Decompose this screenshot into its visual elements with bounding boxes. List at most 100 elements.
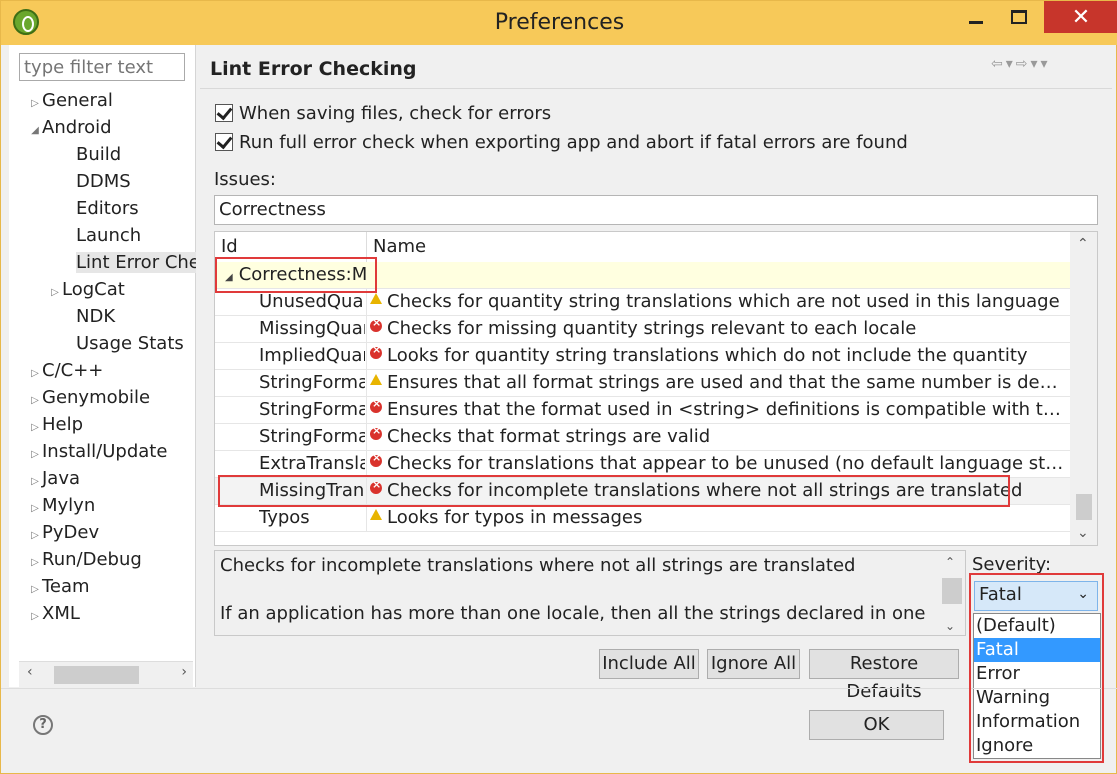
tree-item[interactable]: ▷ PyDev: [9, 519, 196, 546]
tree-item-label: C/C++: [42, 360, 104, 381]
issue-id: MissingQuantity: [259, 318, 365, 339]
table-row[interactable]: Typos Looks for typos in messages: [215, 505, 1070, 532]
issues-filter-input[interactable]: Correctness: [214, 195, 1098, 225]
expand-arrow-icon[interactable]: ▷: [28, 576, 42, 600]
tree-item[interactable]: ▷ Run/Debug: [9, 546, 196, 573]
tree-item-label: Team: [42, 576, 90, 597]
help-icon[interactable]: ?: [33, 715, 53, 735]
issue-description: Checks for incomplete translations where…: [214, 550, 966, 636]
scroll-down-icon[interactable]: ⌄: [945, 619, 955, 633]
tree-item-label: PyDev: [42, 522, 100, 543]
tree-item[interactable]: ▷ Java: [9, 465, 196, 492]
scroll-thumb[interactable]: [942, 578, 962, 604]
tree-item[interactable]: Usage Stats: [9, 330, 196, 357]
column-divider: [366, 343, 367, 370]
tree-item[interactable]: Lint Error Checking: [9, 249, 196, 276]
tree-item[interactable]: ▷ XML: [9, 600, 196, 627]
expand-arrow-icon[interactable]: ▷: [28, 387, 42, 411]
check-on-export-checkbox[interactable]: Run full error check when exporting app …: [215, 130, 908, 154]
description-scrollbar[interactable]: ⌃ ⌄: [939, 551, 965, 635]
expand-arrow-icon[interactable]: ▷: [28, 549, 42, 573]
expand-arrow-icon[interactable]: ▷: [28, 603, 42, 627]
check-on-save-checkbox[interactable]: When saving files, check for errors: [215, 101, 551, 125]
tree-item[interactable]: Launch: [9, 222, 196, 249]
scroll-down-icon[interactable]: ⌄: [1077, 525, 1089, 541]
scroll-thumb[interactable]: [1076, 494, 1092, 520]
tree-item-label: Android: [42, 117, 112, 138]
tree-item[interactable]: Build: [9, 141, 196, 168]
tree-item[interactable]: ▷ Install/Update: [9, 438, 196, 465]
expand-arrow-icon[interactable]: ▷: [28, 468, 42, 492]
table-row[interactable]: MissingQuantity Checks for missing quanti…: [215, 316, 1070, 343]
tree-item[interactable]: Editors: [9, 195, 196, 222]
tree-item[interactable]: DDMS: [9, 168, 196, 195]
window-title: Preferences: [494, 10, 625, 35]
table-row[interactable]: StringFormatMatches Ensures that the form…: [215, 397, 1070, 424]
table-row[interactable]: StringFormatInvalid Checks that format st…: [215, 424, 1070, 451]
minimize-button[interactable]: [956, 1, 996, 33]
maximize-button[interactable]: [999, 1, 1039, 33]
expand-arrow-icon[interactable]: ▷: [28, 495, 42, 519]
column-divider: [366, 397, 367, 424]
preference-tree-panel: ▷General◢AndroidBuildDDMSEditorsLaunchLi…: [9, 45, 196, 687]
close-button[interactable]: ✕: [1044, 1, 1117, 33]
column-divider: [366, 424, 367, 451]
tree-item-label: Genymobile: [42, 387, 151, 408]
filter-input[interactable]: [19, 53, 185, 81]
expand-arrow-icon[interactable]: ▷: [28, 441, 42, 465]
table-row[interactable]: ImpliedQuantity Looks for quantity string…: [215, 343, 1070, 370]
checkmark-icon[interactable]: [215, 133, 233, 151]
column-header-id[interactable]: Id: [221, 236, 238, 257]
expand-arrow-icon[interactable]: ▷: [28, 522, 42, 546]
vertical-scrollbar[interactable]: ⌃ ⌄: [1070, 232, 1097, 545]
ok-button[interactable]: OK: [809, 710, 944, 740]
expand-arrow-icon[interactable]: ▷: [28, 414, 42, 438]
issue-id: StringFormatInvalid: [259, 426, 365, 447]
scroll-up-icon[interactable]: ⌃: [945, 555, 955, 569]
column-divider: [366, 505, 367, 532]
tree-item[interactable]: ▷ Help: [9, 411, 196, 438]
tree-item[interactable]: NDK: [9, 303, 196, 330]
severity-label: Severity:: [972, 554, 1052, 575]
table-row[interactable]: StringFormatCount Ensures that all format…: [215, 370, 1070, 397]
expand-arrow-icon[interactable]: ▷: [28, 360, 42, 384]
ignore-all-button[interactable]: Ignore All: [707, 649, 800, 679]
tree-item[interactable]: ▷ Team: [9, 573, 196, 600]
title-bar[interactable]: Preferences ✕: [1, 1, 1117, 45]
checkmark-icon[interactable]: [215, 104, 233, 122]
preference-tree: ▷ General ◢ Android Build DDMS Editors Launch Li…: [9, 87, 196, 627]
tree-item-label: Launch: [76, 225, 142, 246]
tree-item-label: Usage Stats: [76, 333, 184, 354]
issue-id: StringFormatMatches: [259, 399, 365, 420]
tree-item[interactable]: ▷ C/C++: [9, 357, 196, 384]
issue-id: Typos: [259, 507, 310, 528]
issue-id: StringFormatCount: [259, 372, 365, 393]
include-all-button[interactable]: Include All: [599, 649, 699, 679]
check-on-export-label: Run full error check when exporting app …: [239, 131, 908, 153]
tree-item[interactable]: ▷ Mylyn: [9, 492, 196, 519]
tree-item[interactable]: ▷ Genymobile: [9, 384, 196, 411]
expand-arrow-icon[interactable]: ▷: [48, 279, 62, 303]
scroll-left-icon[interactable]: ‹: [27, 664, 33, 680]
table-row[interactable]: UnusedQuantity Checks for quantity string…: [215, 289, 1070, 316]
column-divider: [366, 370, 367, 397]
issue-name: Ensures that the format used in <string>…: [387, 399, 1067, 420]
scroll-up-icon[interactable]: ⌃: [1077, 236, 1089, 252]
column-header-name[interactable]: Name: [373, 236, 426, 257]
scroll-right-icon[interactable]: ›: [181, 664, 187, 680]
maximize-icon: [1011, 10, 1027, 24]
column-divider: [366, 289, 367, 316]
issues-label: Issues:: [214, 169, 276, 190]
tree-item[interactable]: ◢ Android: [9, 114, 196, 141]
expand-arrow-icon[interactable]: ◢: [28, 117, 42, 141]
tree-item[interactable]: ▷ LogCat: [9, 276, 196, 303]
tree-item-label: Install/Update: [42, 441, 168, 462]
table-row[interactable]: ExtraTranslation Checks for translations …: [215, 451, 1070, 478]
restore-defaults-button[interactable]: Restore Defaults: [809, 649, 959, 702]
scroll-thumb[interactable]: [54, 666, 139, 684]
horizontal-scrollbar[interactable]: ‹ ›: [19, 661, 193, 687]
tree-item[interactable]: ▷ General: [9, 87, 196, 114]
navigation-arrows[interactable]: ⇦▾⇨▾▾: [991, 56, 1051, 72]
tree-item-label: NDK: [76, 306, 116, 327]
expand-arrow-icon[interactable]: ▷: [28, 90, 42, 114]
